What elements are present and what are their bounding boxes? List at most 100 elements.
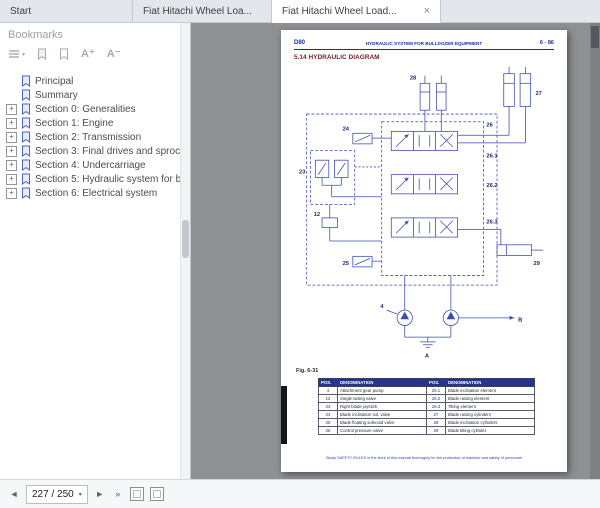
bookmark-item-label: Section 0: Generalities xyxy=(35,104,136,115)
diagram-label: 24 xyxy=(343,126,350,132)
pos-cell: 12 xyxy=(319,395,338,403)
add-bookmark-icon[interactable] xyxy=(37,48,47,60)
next-page-button[interactable]: ► xyxy=(94,489,106,499)
denomination-cell: Blade inclination element xyxy=(446,387,535,395)
denomination-cell: Tilting element xyxy=(446,403,535,411)
bookmark-item-icon xyxy=(21,89,31,101)
expand-plus-icon[interactable]: + xyxy=(6,160,17,171)
tab-label: Start xyxy=(10,6,122,17)
tab-document-2-active[interactable]: Fiat Hitachi Wheel Load... × xyxy=(272,0,441,23)
bookmark-item-label: Principal xyxy=(35,76,73,87)
table-header-row: POS. DENOMINATION POS. DENOMINATION xyxy=(319,379,535,387)
table-row: 24 Blade inclination sol. valve 27 Blade… xyxy=(319,411,535,419)
expand-plus-icon[interactable]: + xyxy=(6,188,17,199)
diagram-label: 4 xyxy=(380,304,384,310)
bookmarks-tree: Principal Summary + Section 0: Generalit… xyxy=(0,68,190,200)
denomination-cell: Blade raising element xyxy=(446,395,535,403)
tab-document-1[interactable]: Fiat Hitachi Wheel Loa... xyxy=(133,0,272,22)
panel-menu-icon[interactable]: ▾ xyxy=(8,49,25,59)
denomination-cell: Blade floating solenoid valve xyxy=(338,419,427,427)
bookmarks-toolbar: ▾ A⁺ A⁻ xyxy=(0,44,190,68)
tab-bar: Start Fiat Hitachi Wheel Loa... Fiat Hit… xyxy=(0,0,600,23)
table-row: 25 Blade floating solenoid valve 28 Blad… xyxy=(319,419,535,427)
figure-caption: Fig. 6-31 xyxy=(296,368,318,374)
bookmark-item-icon xyxy=(21,103,31,115)
fit-page-view-icon[interactable] xyxy=(150,487,164,501)
expand-plus-icon[interactable]: + xyxy=(6,146,17,157)
bookmark-icon[interactable] xyxy=(59,48,69,60)
bookmarks-panel: Bookmarks ▾ A⁺ A⁻ Principal Summary + Se… xyxy=(0,22,191,480)
bookmark-item-icon xyxy=(21,187,31,199)
expand-plus-icon[interactable]: + xyxy=(6,118,17,129)
pos-cell: 26.2 xyxy=(427,395,446,403)
table-row: 23 Right blade joystick 26.3 Tilting ele… xyxy=(319,403,535,411)
sidebar-item-section-0[interactable]: + Section 0: Generalities xyxy=(0,102,190,116)
page-number-input[interactable]: 227 / 250 ▾ xyxy=(26,485,88,504)
bookmark-item-icon xyxy=(21,173,31,185)
expand-plus-icon[interactable]: + xyxy=(6,132,17,143)
tab-label: Fiat Hitachi Wheel Load... xyxy=(282,6,418,17)
pos-cell: 23 xyxy=(319,403,338,411)
diagram-label: 28 xyxy=(410,75,417,81)
pos-cell: 24 xyxy=(319,411,338,419)
pos-cell: 26.1 xyxy=(427,387,446,395)
table-row: 4 Attachment gear pump 26.1 Blade inclin… xyxy=(319,387,535,395)
pos-cell: 28 xyxy=(427,419,446,427)
diagram-label: 25 xyxy=(343,261,350,267)
previous-page-button[interactable]: ◄ xyxy=(8,489,20,499)
close-tab-icon[interactable]: × xyxy=(424,6,430,17)
sidebar-scrollbar[interactable] xyxy=(180,22,190,480)
pdf-page: D80 HYDRAULIC SYSTEM FOR BULLDOZER EQUIP… xyxy=(281,30,567,472)
denomination-cell: Right blade joystick xyxy=(338,403,427,411)
doc-code: D80 xyxy=(294,40,305,46)
diagram-label: 26.3 xyxy=(486,220,497,226)
hydraulic-diagram: 23 24 25 12 26 26.1 26.2 26.3 27 28 29 4… xyxy=(297,66,549,364)
denomination-cell: Blade raising cylinders xyxy=(446,411,535,419)
single-page-view-icon[interactable] xyxy=(130,487,144,501)
bookmark-item-label: Section 6: Electrical system xyxy=(35,188,157,199)
document-scrollbar[interactable] xyxy=(590,22,600,480)
page-reference: 6 - 86 xyxy=(540,40,554,46)
status-bar: ◄ 227 / 250 ▾ ► » xyxy=(0,479,600,508)
col-header-denomination: DENOMINATION xyxy=(338,379,427,387)
table-row: 26 Control pressure valve 29 Blade tilti… xyxy=(319,427,535,435)
sidebar-item-section-4[interactable]: + Section 4: Undercarriage xyxy=(0,158,190,172)
sidebar-item-section-2[interactable]: + Section 2: Transmission xyxy=(0,130,190,144)
tab-start[interactable]: Start xyxy=(0,0,133,22)
table-row: 12 Single-acting valve 26.2 Blade raisin… xyxy=(319,395,535,403)
tab-label: Fiat Hitachi Wheel Loa... xyxy=(143,6,261,17)
document-scrollbar-thumb[interactable] xyxy=(591,26,599,48)
bookmark-item-icon xyxy=(21,145,31,157)
pos-cell: 26.3 xyxy=(427,403,446,411)
sidebar-item-section-5[interactable]: + Section 5: Hydraulic system for bulldo… xyxy=(0,172,190,186)
sidebar-item-summary[interactable]: Summary xyxy=(0,88,190,102)
font-decrease-icon[interactable]: A⁻ xyxy=(107,49,121,60)
diagram-label: 29 xyxy=(534,261,540,267)
sidebar-item-section-3[interactable]: + Section 3: Final drives and sprocket xyxy=(0,144,190,158)
sidebar-scrollbar-thumb[interactable] xyxy=(182,220,189,258)
diagram-label: 26.1 xyxy=(486,153,498,159)
sidebar-item-principal[interactable]: Principal xyxy=(0,74,190,88)
bookmark-item-label: Section 3: Final drives and sprocket xyxy=(35,146,190,157)
expand-plus-icon[interactable]: + xyxy=(6,104,17,115)
ribbon-icon xyxy=(37,48,47,60)
sidebar-item-section-6[interactable]: + Section 6: Electrical system xyxy=(0,186,190,200)
diagram-label: 12 xyxy=(314,212,320,218)
pos-cell: 26 xyxy=(319,427,338,435)
chevron-down-icon[interactable]: ▾ xyxy=(79,491,82,498)
denomination-cell: Attachment gear pump xyxy=(338,387,427,395)
diagram-label: A xyxy=(425,353,429,359)
print-spine-mark xyxy=(281,386,287,444)
font-increase-icon[interactable]: A⁺ xyxy=(81,49,95,60)
last-page-button[interactable]: » xyxy=(112,489,124,499)
pos-cell: 29 xyxy=(427,427,446,435)
denomination-cell: Blade inclination sol. valve xyxy=(338,411,427,419)
expand-plus-icon[interactable]: + xyxy=(6,174,17,185)
sidebar-item-section-1[interactable]: + Section 1: Engine xyxy=(0,116,190,130)
denomination-cell: Blade tilting cylinder xyxy=(446,427,535,435)
diagram-label: 23 xyxy=(299,170,305,176)
denomination-cell: Blade inclination cylinders xyxy=(446,419,535,427)
page-number-value: 227 / 250 xyxy=(32,489,74,500)
bookmark-item-label: Summary xyxy=(35,90,78,101)
section-title: 5.14 HYDRAULIC DIAGRAM xyxy=(294,54,380,61)
